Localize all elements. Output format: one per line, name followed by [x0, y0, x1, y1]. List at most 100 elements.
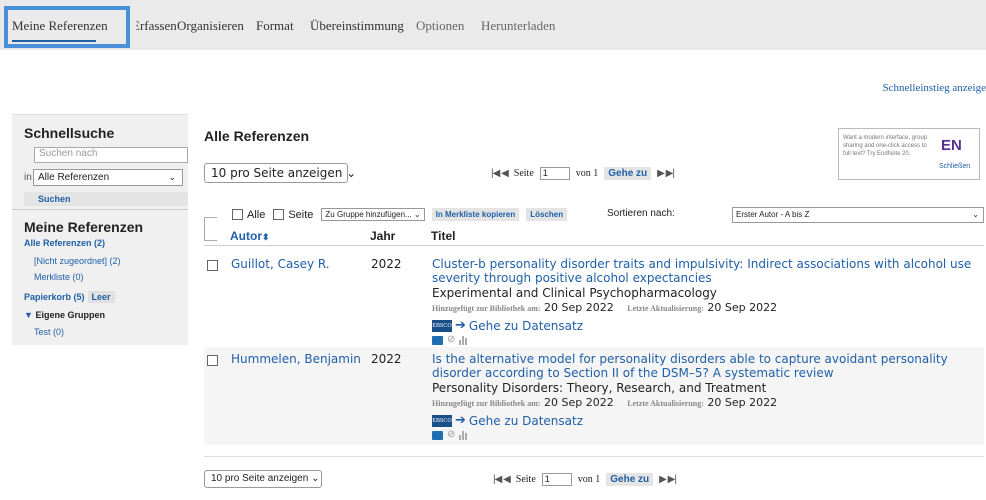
bar-chart-icon[interactable]: [459, 430, 468, 440]
reference-year: 2022: [371, 257, 402, 271]
sidebar-divider: [12, 209, 188, 210]
reference-year: 2022: [371, 352, 402, 366]
header-divider: [204, 245, 984, 246]
search-scope-label: in: [24, 172, 32, 183]
first-prev-page-icons[interactable]: |◀ ◀: [493, 474, 511, 485]
page-number-input[interactable]: 1: [541, 473, 572, 486]
nav-herunterladen[interactable]: Herunterladen: [481, 18, 555, 34]
arrow-right-icon: ➔: [455, 413, 466, 428]
my-groups-toggle[interactable]: ▼ Eigene Gruppen: [24, 310, 105, 320]
triangle-down-icon: ▼: [24, 310, 33, 320]
sidebar-item-all-references[interactable]: Alle Referenzen (2): [24, 238, 105, 248]
reference-title[interactable]: Is the alternative model for personality…: [432, 352, 982, 380]
search-placeholder: Suchen nach: [39, 148, 98, 159]
nav-focus-highlight: [4, 6, 130, 48]
page-label: Seite: [515, 474, 536, 485]
endnote-logo: EN: [941, 137, 962, 154]
search-scope-select[interactable]: Alle Referenzen ⌄: [33, 169, 183, 186]
add-to-group-select[interactable]: Zu Gruppe hinzufügen... ⌄: [321, 208, 425, 221]
reference-icons: ⊘: [432, 430, 982, 440]
reference-dates: Hinzugefügt zur Bibliothek am: 20 Sep 20…: [432, 396, 982, 411]
goto-record-link[interactable]: Gehe zu Datensatz: [469, 414, 583, 428]
copy-to-quicklist-button[interactable]: In Merkliste kopieren: [431, 208, 520, 221]
added-label: Hinzugefügt zur Bibliothek am:: [432, 399, 541, 408]
source-record-link[interactable]: EBSCO ➔ Gehe zu Datensatz: [432, 318, 982, 333]
arrow-right-icon: ➔: [455, 318, 466, 333]
updated-label: Letzte Aktualisierung:: [627, 399, 704, 408]
sort-arrow-icon: ⬍: [262, 232, 270, 242]
goto-page-button[interactable]: Gehe zu: [606, 473, 654, 486]
quickstart-link[interactable]: Schnelleinstieg anzeige: [882, 82, 986, 94]
added-label: Hinzugefügt zur Bibliothek am:: [432, 304, 541, 313]
bar-chart-icon[interactable]: [459, 335, 468, 345]
paperclip-icon[interactable]: ⊘: [447, 430, 455, 440]
updated-label: Letzte Aktualisierung:: [627, 304, 704, 313]
column-author[interactable]: Autor⬍: [230, 229, 270, 243]
page-of-label: von 1: [575, 168, 599, 179]
nav-organisieren[interactable]: Organisieren: [177, 18, 244, 34]
reference-title[interactable]: Cluster-b personality disorder traits an…: [432, 257, 982, 285]
column-title[interactable]: Titel: [431, 229, 455, 243]
empty-trash-button[interactable]: Leer: [87, 291, 115, 303]
chevron-down-icon: ⌄: [972, 210, 979, 219]
sort-select[interactable]: Erster Autor - A bis Z ⌄: [732, 207, 984, 223]
goto-page-button[interactable]: Gehe zu: [604, 167, 652, 180]
next-last-page-icons[interactable]: ▶ ▶|: [659, 474, 677, 485]
column-year[interactable]: Jahr: [370, 229, 395, 243]
nav-uebereinstimmung[interactable]: Übereinstimmung: [310, 18, 404, 34]
reference-author[interactable]: Guillot, Casey R.: [231, 257, 330, 271]
folder-icon[interactable]: [432, 336, 443, 345]
row-checkbox[interactable]: [207, 260, 218, 271]
search-button[interactable]: Suchen: [24, 192, 188, 206]
reference-dates: Hinzugefügt zur Bibliothek am: 20 Sep 20…: [432, 301, 982, 316]
chevron-down-icon: ⌄: [311, 473, 320, 484]
select-page-label: Seite: [288, 208, 314, 221]
per-page-select-bottom[interactable]: 10 pro Seite anzeigen ⌄: [204, 470, 322, 488]
sidebar-item-group-test[interactable]: Test (0): [34, 327, 64, 337]
my-references-title: Meine Referenzen: [24, 219, 144, 235]
select-page-checkbox[interactable]: [273, 209, 285, 220]
chevron-down-icon: ⌄: [346, 166, 357, 180]
first-prev-page-icons[interactable]: |◀ ◀: [491, 168, 509, 179]
reference-author[interactable]: Hummelen, Benjamin: [231, 352, 361, 366]
updated-date: 20 Sep 2022: [707, 301, 778, 314]
sidebar-item-unassigned[interactable]: [Nicht zugeordnet] (2): [34, 256, 121, 266]
sidebar: Schnellsuche Suchen nach in Alle Referen…: [12, 114, 188, 345]
per-page-value: 10 pro Seite anzeigen: [211, 473, 309, 484]
nav-optionen[interactable]: Optionen: [416, 18, 464, 34]
nav-format[interactable]: Format: [256, 18, 294, 34]
list-divider: [204, 456, 984, 457]
row-checkbox[interactable]: [207, 355, 218, 366]
nav-erfassen[interactable]: Erfassen: [136, 18, 177, 34]
per-page-value: 10 pro Seite anzeigen: [211, 166, 343, 180]
sort-value: Erster Autor - A bis Z: [736, 210, 810, 219]
promo-close-link[interactable]: Schließen: [939, 163, 970, 170]
page-title: Alle Referenzen: [204, 128, 310, 144]
search-input[interactable]: Suchen nach: [34, 147, 188, 163]
paperclip-icon[interactable]: ⊘: [447, 335, 455, 345]
sidebar-item-trash-row: Papierkorb (5) Leer: [24, 291, 115, 303]
source-record-link[interactable]: EBSCO ➔ Gehe zu Datensatz: [432, 413, 982, 428]
pagination-bottom: |◀ ◀ Seite 1 von 1 Gehe zu ▶ ▶|: [493, 473, 677, 486]
reference-journal: Personality Disorders: Theory, Research,…: [432, 381, 767, 395]
added-date: 20 Sep 2022: [544, 396, 614, 409]
reference-journal: Experimental and Clinical Psychopharmaco…: [432, 286, 717, 300]
references-toolbar: Alle Seite Zu Gruppe hinzufügen... ⌄ In …: [204, 206, 984, 226]
column-author-label: Autor: [230, 229, 262, 243]
folder-icon[interactable]: [432, 431, 443, 440]
sidebar-item-trash[interactable]: Papierkorb (5): [24, 292, 85, 302]
pagination-top: |◀ ◀ Seite 1 von 1 Gehe zu ▶ ▶|: [491, 167, 675, 180]
page-of-label: von 1: [577, 474, 601, 485]
select-all-checkbox[interactable]: [232, 209, 243, 220]
goto-record-link[interactable]: Gehe zu Datensatz: [469, 319, 583, 333]
scope-value: Alle Referenzen: [38, 172, 110, 183]
next-last-page-icons[interactable]: ▶ ▶|: [657, 168, 675, 179]
sidebar-item-quicklist[interactable]: Merkliste (0): [34, 272, 84, 282]
per-page-select-top[interactable]: 10 pro Seite anzeigen ⌄: [204, 163, 356, 183]
added-date: 20 Sep 2022: [544, 301, 614, 314]
page-number-input[interactable]: 1: [539, 167, 570, 180]
quick-search-title: Schnellsuche: [24, 125, 115, 141]
delete-button[interactable]: Löschen: [526, 208, 568, 221]
ebsco-logo: EBSCO: [432, 319, 452, 332]
my-groups-label: Eigene Gruppen: [35, 310, 105, 320]
